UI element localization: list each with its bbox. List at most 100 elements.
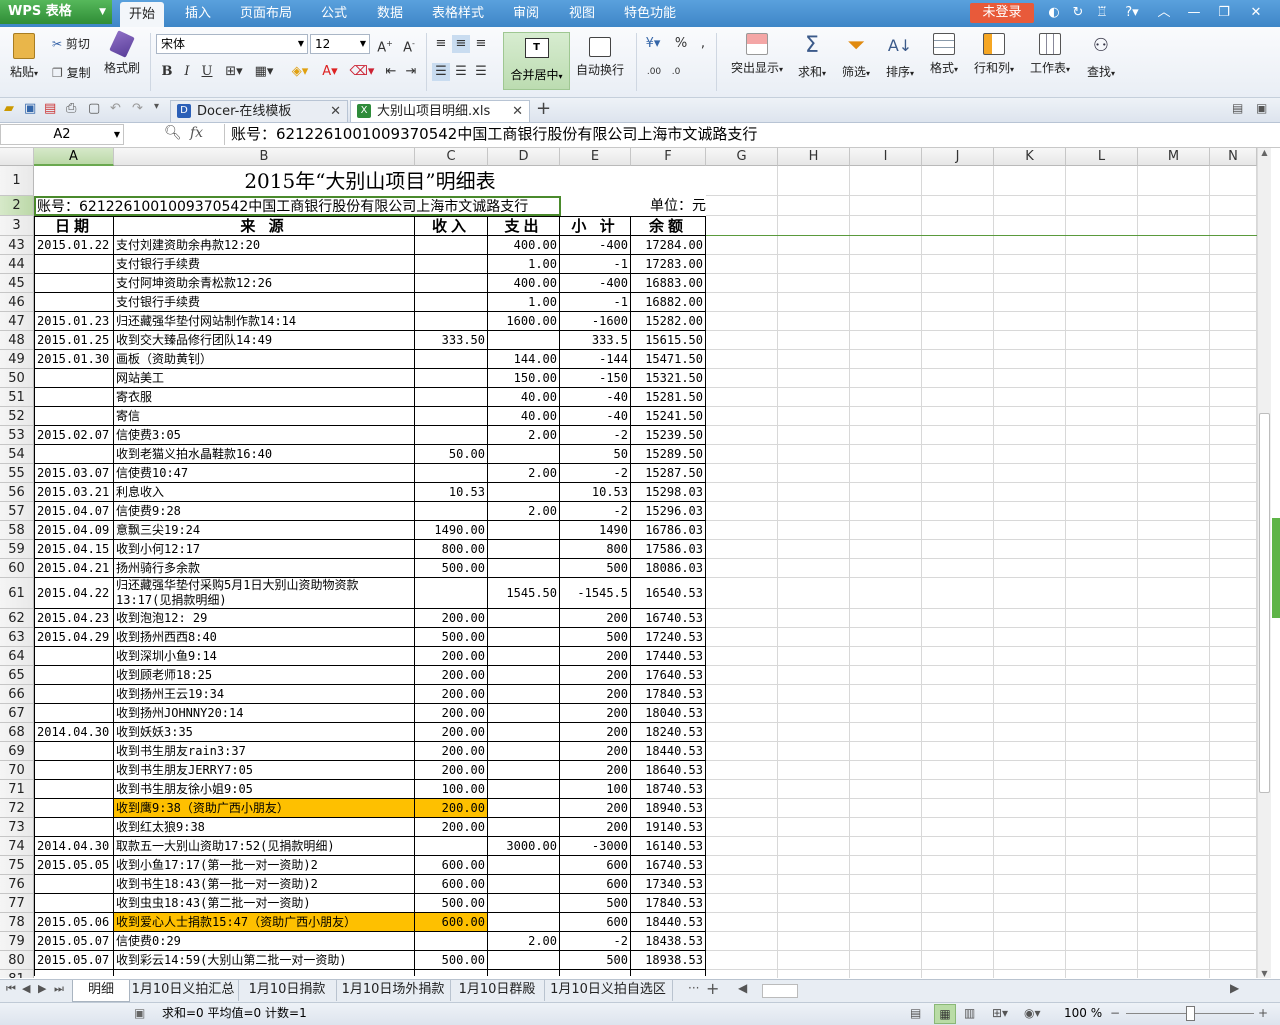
income-cell[interactable]: 500.00 <box>415 894 488 913</box>
expense-cell[interactable]: 400.00 <box>488 274 560 293</box>
balance-cell[interactable]: 16883.00 <box>631 274 706 293</box>
subtotal-cell[interactable]: -400 <box>560 236 631 255</box>
source-cell[interactable]: 收到书生朋友rain3:37 <box>114 742 415 761</box>
date-cell[interactable] <box>34 685 114 704</box>
income-cell[interactable] <box>415 464 488 483</box>
expense-cell[interactable] <box>488 799 560 818</box>
expense-cell[interactable] <box>488 761 560 780</box>
row-header-78[interactable]: 78 <box>0 913 34 932</box>
date-cell[interactable]: 2015.04.15 <box>34 540 114 559</box>
column-header-i[interactable]: I <box>850 148 922 166</box>
source-cell[interactable]: 收到顾老师18:25 <box>114 666 415 685</box>
balance-cell[interactable]: 15289.50 <box>631 445 706 464</box>
expense-cell[interactable] <box>488 445 560 464</box>
income-cell[interactable]: 600.00 <box>415 875 488 894</box>
expense-header[interactable]: 支出 <box>488 216 560 236</box>
close-icon[interactable]: ✕ <box>1246 4 1266 22</box>
row-header-70[interactable]: 70 <box>0 761 34 780</box>
align-bottom-icon[interactable]: ≡ <box>472 35 490 53</box>
increase-decimal-icon[interactable]: .00 <box>642 63 666 81</box>
date-cell[interactable] <box>34 369 114 388</box>
source-cell[interactable]: 归还藏强华垫付采购5月1日大别山资助物资款 13:17(见捐款明细) <box>114 578 415 609</box>
source-cell[interactable]: 收到小何12:17 <box>114 540 415 559</box>
column-header-l[interactable]: L <box>1066 148 1138 166</box>
subtotal-cell[interactable]: 500 <box>560 559 631 578</box>
expense-cell[interactable] <box>488 647 560 666</box>
column-header-c[interactable]: C <box>415 148 488 166</box>
balance-cell[interactable]: 17283.00 <box>631 255 706 274</box>
last-sheet-icon[interactable]: ⏭ <box>54 982 64 996</box>
income-cell[interactable]: 1490.00 <box>415 521 488 540</box>
conditional-format-button[interactable]: 突出显示▾ <box>726 33 788 76</box>
row-header-50[interactable]: 50 <box>0 369 34 388</box>
date-cell[interactable] <box>34 761 114 780</box>
increase-font-icon[interactable]: A+ <box>376 35 394 57</box>
worksheet-button[interactable]: 工作表▾ <box>1026 33 1074 76</box>
page-layout-view-icon[interactable]: ▦ <box>934 1004 956 1024</box>
source-cell[interactable]: 收到深圳小鱼9:14 <box>114 647 415 666</box>
source-cell[interactable]: 信使费9:28 <box>114 502 415 521</box>
balance-cell[interactable]: 17840.53 <box>631 894 706 913</box>
menu-home[interactable]: 开始 <box>120 2 164 27</box>
print-icon[interactable]: ⎙ <box>66 101 76 116</box>
expense-cell[interactable]: 3000.00 <box>488 837 560 856</box>
source-cell[interactable]: 寄衣服 <box>114 388 415 407</box>
more-sheets-icon[interactable]: ··· <box>688 981 699 995</box>
subtotal-cell[interactable]: 500 <box>560 894 631 913</box>
row-header-45[interactable]: 45 <box>0 274 34 293</box>
date-cell[interactable] <box>34 274 114 293</box>
balance-cell[interactable]: 15282.00 <box>631 312 706 331</box>
quick-access-dropdown-icon[interactable]: ▾ <box>154 101 159 112</box>
expense-cell[interactable] <box>488 913 560 932</box>
date-cell[interactable]: 2015.01.23 <box>34 312 114 331</box>
fill-color-icon[interactable]: ◈▾ <box>286 63 314 81</box>
row-header-47[interactable]: 47 <box>0 312 34 331</box>
expense-cell[interactable]: 40.00 <box>488 388 560 407</box>
row-header-2[interactable]: 2 <box>0 196 34 216</box>
row-header-69[interactable]: 69 <box>0 742 34 761</box>
column-header-b[interactable]: B <box>114 148 415 166</box>
login-button[interactable]: 未登录 <box>970 3 1034 23</box>
cell-style-icon[interactable]: ▦▾ <box>252 63 276 81</box>
expense-cell[interactable]: 400.00 <box>488 236 560 255</box>
balance-cell[interactable]: 17586.03 <box>631 540 706 559</box>
row-header-80[interactable]: 80 <box>0 951 34 970</box>
next-sheet-icon[interactable]: ▶ <box>38 982 46 995</box>
balance-cell[interactable]: 17340.53 <box>631 875 706 894</box>
date-cell[interactable]: 2015.05.05 <box>34 856 114 875</box>
expense-cell[interactable] <box>488 685 560 704</box>
vertical-scrollbar[interactable]: ▲ ▼ <box>1257 148 1271 978</box>
scroll-thumb[interactable] <box>1259 413 1270 793</box>
side-panel-toggle[interactable] <box>1272 518 1280 618</box>
wps-app-menu-button[interactable]: WPS 表格 ▼ <box>0 0 112 24</box>
font-size-select[interactable]: 12 ▼ <box>310 34 370 54</box>
row-header-72[interactable]: 72 <box>0 799 34 818</box>
comma-style-icon[interactable]: , <box>694 35 712 53</box>
sheet-tab[interactable]: 明细 <box>72 980 130 1002</box>
date-cell[interactable] <box>34 818 114 837</box>
date-cell[interactable]: 2015.01.30 <box>34 350 114 369</box>
income-cell[interactable]: 600.00 <box>415 913 488 932</box>
open-folder-icon[interactable]: ▰ <box>4 101 14 116</box>
new-tab-icon[interactable]: + <box>536 98 551 120</box>
income-cell[interactable] <box>415 578 488 609</box>
date-cell[interactable] <box>34 875 114 894</box>
sheet-tab[interactable]: 1月10日义拍汇总 <box>128 980 239 1001</box>
font-color-icon[interactable]: A▾ <box>316 63 344 81</box>
subtotal-cell[interactable]: -1 <box>560 255 631 274</box>
balance-cell[interactable]: 17440.53 <box>631 647 706 666</box>
income-cell[interactable]: 333.50 <box>415 331 488 350</box>
income-cell[interactable]: 50.00 <box>415 445 488 464</box>
source-cell[interactable]: 收到老猫义拍水晶鞋款16:40 <box>114 445 415 464</box>
row-header-68[interactable]: 68 <box>0 723 34 742</box>
merge-center-button[interactable]: T 合并居中▾ <box>503 32 570 90</box>
row-header-46[interactable]: 46 <box>0 293 34 312</box>
select-all-corner[interactable] <box>0 148 34 166</box>
column-header-f[interactable]: F <box>631 148 706 166</box>
balance-cell[interactable]: 18640.53 <box>631 761 706 780</box>
row-header-71[interactable]: 71 <box>0 780 34 799</box>
source-cell[interactable]: 收到鹰9:38（资助广西小朋友） <box>114 799 415 818</box>
expense-cell[interactable]: 1.00 <box>488 293 560 312</box>
income-cell[interactable]: 200.00 <box>415 761 488 780</box>
zoom-out-icon[interactable]: − <box>1110 1003 1120 1023</box>
